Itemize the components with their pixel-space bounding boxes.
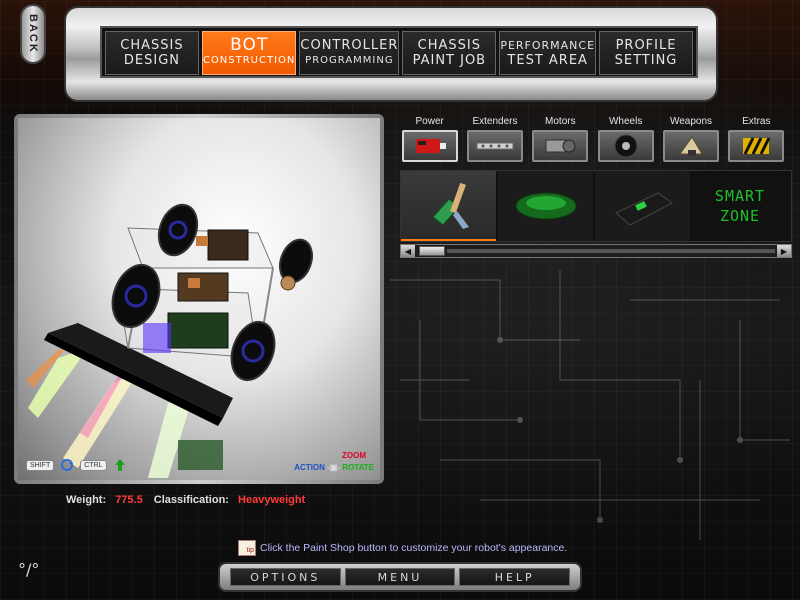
category-label: Weapons <box>669 116 713 127</box>
circuit-traces <box>390 270 790 540</box>
category-label: Motors <box>545 116 576 127</box>
part-item-black-battery[interactable] <box>595 171 690 241</box>
mouse-icon: -▣- <box>327 463 341 472</box>
robot-stats: Weight: 775.5 Classification: Heavyweigh… <box>66 494 313 506</box>
category-wheels[interactable]: Wheels <box>594 114 657 168</box>
move-up-icon <box>114 459 125 471</box>
motor-icon[interactable] <box>532 130 589 162</box>
back-button-label: BACK <box>27 14 39 54</box>
parts-scrollbar[interactable]: ◀ ▶ <box>400 244 792 258</box>
corner-logo-icon: °/° <box>18 560 40 579</box>
category-label: Power <box>415 116 444 127</box>
tab-label-line2: PAINT JOB <box>412 53 487 68</box>
scroll-thumb[interactable] <box>419 246 445 256</box>
tab-label-line2: SETTING <box>614 53 678 68</box>
tab-label-line1: PERFORMANCE <box>500 39 596 52</box>
smart-zone-line1: SMART <box>714 187 766 205</box>
tab-performance-test-area[interactable]: PERFORMANCE TEST AREA <box>499 31 597 75</box>
part-item-power-switch[interactable] <box>401 171 496 241</box>
bottom-menu-bar: OPTIONS MENU HELP <box>218 562 582 592</box>
rotate-icon <box>61 459 74 471</box>
legend-rotate: ROTATE <box>342 463 374 472</box>
category-extenders[interactable]: Extenders <box>463 114 526 168</box>
category-label: Extras <box>742 116 771 127</box>
tip-bar: tip Click the Paint Shop button to custo… <box>238 540 567 556</box>
help-button[interactable]: HELP <box>459 568 571 586</box>
smart-zone[interactable]: SMART ZONE <box>692 171 788 241</box>
tab-chassis-design[interactable]: CHASSIS DESIGN <box>105 31 199 75</box>
options-button[interactable]: OPTIONS <box>230 568 341 586</box>
weapon-icon[interactable] <box>662 130 719 162</box>
tab-label-line2: TEST AREA <box>507 53 588 68</box>
shift-key-label: SHIFT <box>26 459 55 471</box>
tab-bot-construction[interactable]: BOT CONSTRUCTION <box>201 31 297 75</box>
tab-label-line1: CONTROLLER <box>300 38 399 53</box>
legend-zoom: ZOOM <box>342 451 366 460</box>
ctrl-key-label: CTRL <box>80 459 107 471</box>
category-extras[interactable]: Extras <box>725 114 788 168</box>
weight-label: Weight: <box>66 494 107 506</box>
battery-icon[interactable] <box>401 130 458 162</box>
tab-label-line1: CHASSIS <box>417 38 482 53</box>
top-nav: CHASSIS DESIGN BOT CONSTRUCTION CONTROLL… <box>100 26 698 78</box>
scroll-left-icon[interactable]: ◀ <box>401 245 415 257</box>
mouse-legend: ZOOM ACTION -▣- ROTATE <box>294 451 374 472</box>
back-button[interactable]: BACK <box>20 4 46 64</box>
black-battery-part-icon <box>614 192 673 226</box>
classification-value: Heavyweight <box>238 494 306 506</box>
tab-profile-setting[interactable]: PROFILE SETTING <box>599 31 693 75</box>
tab-label-line1: BOT <box>230 35 269 55</box>
tab-label-line2: CONSTRUCTION <box>202 55 296 66</box>
power-switch-part-icon <box>431 182 469 229</box>
category-weapons[interactable]: Weapons <box>659 114 722 168</box>
parts-list: SMART ZONE <box>400 170 792 242</box>
wheel-icon[interactable] <box>597 130 654 162</box>
category-motors[interactable]: Motors <box>529 114 592 168</box>
tab-label-line2: PROGRAMMING <box>305 55 394 66</box>
tab-label-line1: PROFILE <box>615 38 677 53</box>
category-label: Extenders <box>472 116 518 127</box>
tip-text: Click the Paint Shop button to customize… <box>260 542 568 554</box>
part-item-green-battery[interactable] <box>498 171 593 241</box>
robot-viewport-frame: SHIFT CTRL ZOOM ACTION -▣- ROTATE <box>14 114 384 484</box>
menu-button[interactable]: MENU <box>344 568 456 586</box>
category-label: Wheels <box>608 116 643 127</box>
category-power[interactable]: Power <box>398 114 461 168</box>
extender-bar-icon[interactable] <box>466 130 523 162</box>
tab-label-line2: DESIGN <box>123 53 181 68</box>
weight-value: 775.5 <box>115 494 143 506</box>
tab-controller-programming[interactable]: CONTROLLER PROGRAMMING <box>299 31 400 75</box>
tip-icon: tip <box>238 540 256 556</box>
scroll-right-icon[interactable]: ▶ <box>777 245 791 257</box>
smart-zone-line2: ZONE <box>719 207 761 225</box>
classification-label: Classification: <box>153 494 229 506</box>
robot-model[interactable] <box>18 118 380 480</box>
tab-label-line1: CHASSIS <box>120 38 184 53</box>
view-controls-hint: SHIFT CTRL <box>26 458 127 472</box>
robot-viewport[interactable]: SHIFT CTRL ZOOM ACTION -▣- ROTATE <box>18 118 380 480</box>
scroll-track[interactable] <box>447 249 775 253</box>
tab-chassis-paint-job[interactable]: CHASSIS PAINT JOB <box>402 31 497 75</box>
green-battery-part-icon <box>515 192 576 220</box>
legend-action: ACTION <box>294 463 325 472</box>
hazard-plate-icon[interactable] <box>728 130 785 162</box>
part-categories: Power Extenders Motors Wheels Weapons Ex… <box>398 114 788 168</box>
